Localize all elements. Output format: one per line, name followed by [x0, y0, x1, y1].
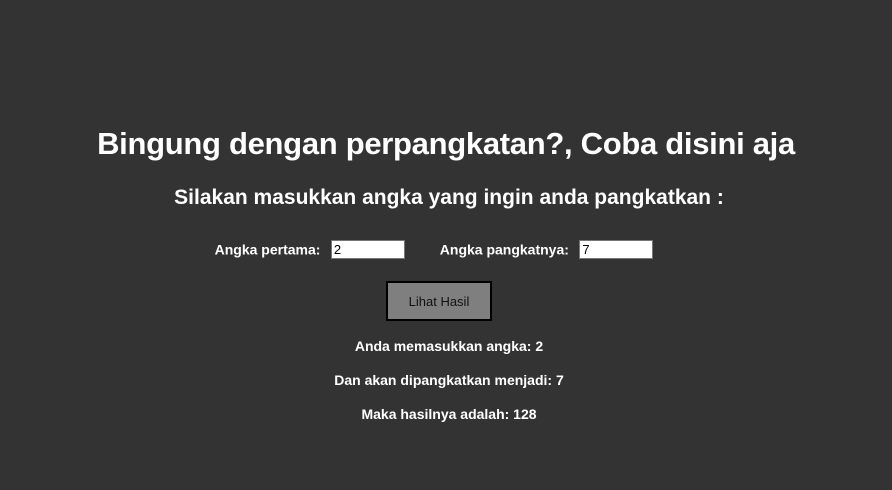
result-answer: Maka hasilnya adalah: 128 — [361, 406, 537, 422]
page: Bingung dengan perpangkatan?, Coba disin… — [0, 0, 892, 490]
input-form: Angka pertama: Angka pangkatnya: — [0, 240, 868, 259]
base-number-label: Angka pertama: — [214, 241, 321, 258]
page-subtitle: Silakan masukkan angka yang ingin anda p… — [174, 186, 724, 209]
exponent-input[interactable] — [579, 240, 654, 259]
base-number-input[interactable] — [330, 240, 405, 259]
exponent-label: Angka pangkatnya: — [439, 241, 569, 258]
page-title: Bingung dengan perpangkatan?, Coba disin… — [97, 126, 795, 161]
result-input-number: Anda memasukkan angka: 2 — [354, 338, 544, 354]
result-exponent: Dan akan dipangkatkan menjadi: 7 — [334, 372, 564, 388]
show-result-button[interactable]: Lihat Hasil — [386, 281, 492, 321]
